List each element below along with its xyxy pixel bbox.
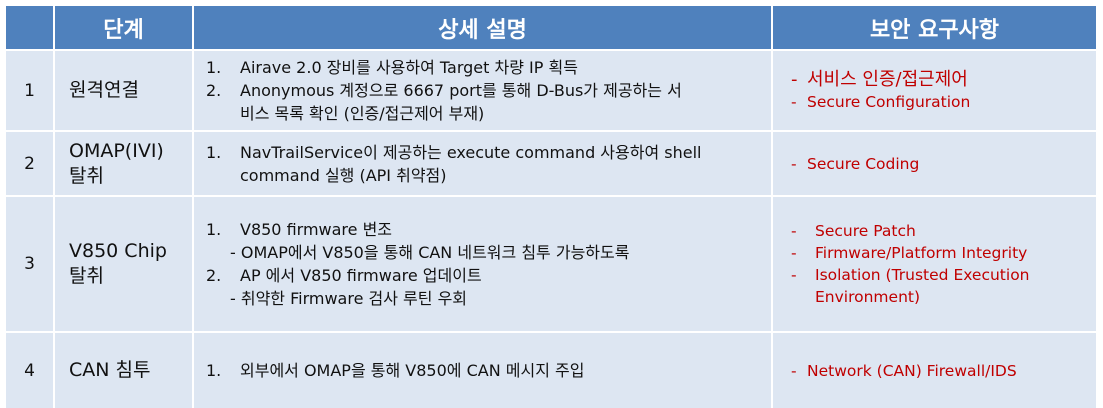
row-detail: 1. V850 firmware 변조 - OMAP에서 V850을 통해 CA…: [194, 197, 771, 331]
header-blank: [6, 6, 53, 49]
requirement-item: - Secure Configuration: [791, 92, 971, 111]
row-detail: 1. Airave 2.0 장비를 사용하여 Target 차량 IP 획득 2…: [194, 51, 771, 130]
row-number: 4: [6, 333, 53, 408]
row-number: 2: [6, 132, 53, 195]
row-step: OMAP(IVI) 탈취: [55, 132, 192, 195]
header-step: 단계: [55, 6, 192, 49]
list-subitem: - OMAP에서 V850을 통해 CAN 네트워크 침투 가능하도록: [230, 243, 630, 262]
row-number: 3: [6, 197, 53, 331]
requirement-item: - Firmware/Platform Integrity: [791, 244, 1028, 262]
list-item: 1. Airave 2.0 장비를 사용하여 Target 차량 IP 획득: [206, 58, 578, 77]
row-detail: 1. 외부에서 OMAP을 통해 V850에 CAN 메시지 주입: [194, 333, 771, 408]
list-item: 1. NavTrailService이 제공하는 execute command…: [206, 142, 702, 185]
row-number: 1: [6, 51, 53, 130]
list-item: 2. Anonymous 계정으로 6667 port를 통해 D-Bus가 제…: [206, 81, 682, 123]
header-security: 보안 요구사항: [773, 6, 1096, 49]
security-table: 단계 상세 설명 보안 요구사항 1 원격연결 1. Airave 2.0 장비…: [6, 6, 1096, 408]
row-step: CAN 침투: [55, 333, 192, 408]
row-security: - Secure Coding: [773, 132, 1096, 195]
header-detail: 상세 설명: [194, 6, 771, 49]
row-security: - 서비스 인증/접근제어 - Secure Configuration: [773, 51, 1096, 130]
requirement-item: - Secure Patch: [791, 222, 916, 240]
requirement-item: - Secure Coding: [791, 154, 920, 173]
list-subitem: - 취약한 Firmware 검사 루틴 우회: [230, 289, 468, 308]
row-security: - Secure Patch - Firmware/Platform Integri…: [773, 197, 1096, 331]
list-item: 2. AP 에서 V850 firmware 업데이트: [206, 266, 482, 285]
row-security: - Network (CAN) Firewall/IDS: [773, 333, 1096, 408]
requirement-item: - Network (CAN) Firewall/IDS: [791, 361, 1017, 380]
row-step: V850 Chip 탈취: [55, 197, 192, 331]
list-item: 1. 외부에서 OMAP을 통해 V850에 CAN 메시지 주입: [206, 361, 585, 380]
list-item: 1. V850 firmware 변조: [206, 220, 393, 239]
requirement-item: - Isolation (Trusted Execution: [791, 266, 1030, 284]
row-step: 원격연결: [55, 51, 192, 130]
requirement-item: - 서비스 인증/접근제어: [791, 68, 968, 90]
requirement-item-continued: Environment): [815, 288, 921, 306]
row-detail: 1. NavTrailService이 제공하는 execute command…: [194, 132, 771, 195]
